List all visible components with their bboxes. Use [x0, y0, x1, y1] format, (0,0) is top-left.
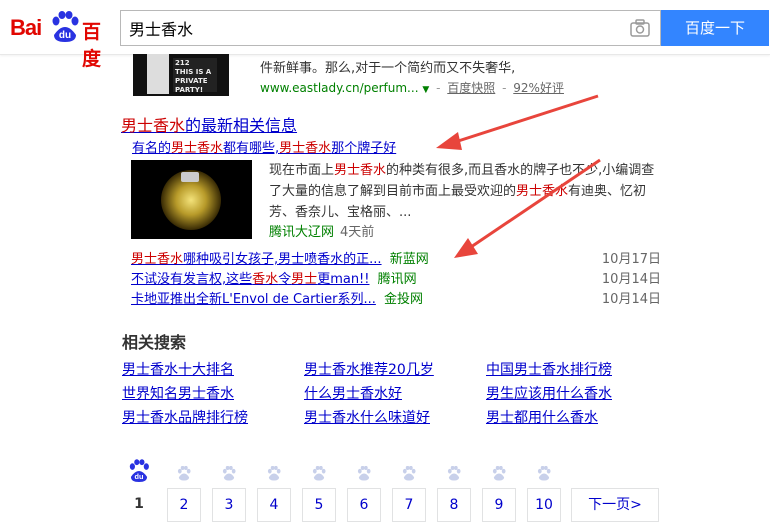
news-item-link[interactable]: 不试没有发言权,这些香水令男士更man!! [131, 272, 369, 287]
paw-page-icon [447, 466, 461, 481]
highlight: 香水 [252, 272, 279, 287]
text: 现在市面上 [269, 163, 335, 178]
thumb-label-1: 212 [175, 59, 190, 67]
thumbnail-caption: 212 THIS IS A PRIVATE PARTY! NYC [173, 58, 217, 96]
highlight: 男士香水 [516, 184, 569, 199]
search-input[interactable] [121, 11, 621, 45]
highlight: 男士香水 [131, 252, 184, 267]
text: 更man!! [317, 272, 370, 287]
annotation-arrow-1 [451, 94, 599, 145]
related-link[interactable]: 什么男士香水好 [304, 383, 402, 403]
highlight: 男士香水 [279, 141, 332, 156]
related-link[interactable]: 男士香水十大排名 [122, 359, 234, 379]
related-link[interactable]: 男士香水什么味道好 [304, 407, 430, 427]
paw-current-icon: du [129, 459, 149, 482]
related-link[interactable]: 男士香水推荐20几岁 [304, 359, 434, 379]
news-item-link[interactable]: 卡地亚推出全新L'Envol de Cartier系列... [131, 292, 376, 307]
paw-page-icon [537, 466, 551, 481]
page-10-button[interactable]: 10 [527, 488, 561, 522]
page-9-button[interactable]: 9 [482, 488, 516, 522]
header: Bai du 百度 百度一下 [0, 0, 770, 70]
page-8-button[interactable]: 8 [437, 488, 471, 522]
news-description: 现在市面上男士香水的种类有很多,而且香水的牌子也不少,小编调查了大量的信息了解到… [269, 160, 659, 223]
related-search-title: 相关搜索 [122, 333, 187, 352]
news-top-link[interactable]: 有名的男士香水都有哪些,男士香水那个牌子好 [132, 137, 396, 156]
news-list-item: 卡地亚推出全新L'Envol de Cartier系列... 金投网 10月14… [131, 288, 661, 307]
news-item-date: 10月17日 [601, 252, 661, 267]
highlight: 男士香水 [171, 141, 224, 156]
news-heading-highlight: 男士香水 [121, 116, 186, 135]
search-box [120, 10, 661, 46]
news-item-date: 10月14日 [601, 272, 661, 287]
page-1-button[interactable]: 1 [122, 488, 156, 522]
page-5-button[interactable]: 5 [302, 488, 336, 522]
news-time: 4天前 [340, 225, 375, 240]
related-link[interactable]: 男士都用什么香水 [486, 407, 598, 427]
text: 令 [278, 272, 292, 287]
rating-link[interactable]: 92%好评 [513, 81, 564, 95]
result-thumbnail[interactable]: 212 THIS IS A PRIVATE PARTY! NYC [133, 54, 229, 96]
dropdown-arrow-icon[interactable]: ▼ [422, 85, 429, 95]
news-item-link[interactable]: 男士香水哪种吸引女孩子,男士喷香水的正... [131, 252, 382, 267]
result-snippet: 件新鲜事。那么,对于一个简约而又不失奢华, [260, 61, 516, 76]
cache-link[interactable]: 百度快照 [447, 81, 495, 95]
camera-icon[interactable] [630, 19, 650, 37]
highlight: 男士香水 [334, 163, 387, 178]
text: 都有哪些, [223, 141, 280, 156]
related-link[interactable]: 男士香水品牌排行榜 [122, 407, 248, 427]
news-item-source[interactable]: 金投网 [384, 292, 423, 307]
logo-du-text: du [59, 30, 71, 41]
separator: - [502, 81, 507, 95]
paw-page-icon [492, 466, 506, 481]
logo-text-bai: Bai [10, 15, 42, 40]
baidu-logo[interactable]: Bai du 百度 [10, 7, 116, 70]
news-item-source[interactable]: 新蓝网 [390, 252, 429, 267]
paw-page-icon [357, 466, 371, 481]
paw-page-icon [402, 466, 416, 481]
text: 有名的 [132, 141, 172, 156]
paw-du-text: du [135, 472, 144, 481]
related-link[interactable]: 世界知名男士香水 [122, 383, 234, 403]
text: 哪种吸引女孩子,男士喷香水的正... [183, 252, 382, 267]
news-heading-link[interactable]: 男士香水的最新相关信息 [121, 112, 297, 136]
result-url[interactable]: www.eastlady.cn/perfum... [260, 81, 419, 95]
text: 那个牌子好 [331, 141, 397, 156]
news-meta: 腾讯大辽网 4天前 [269, 221, 374, 240]
related-link[interactable]: 中国男士香水排行榜 [486, 359, 612, 379]
thumb-label-2: THIS IS A PRIVATE PARTY! NYC [175, 68, 212, 96]
page-6-button[interactable]: 6 [347, 488, 381, 522]
text: 不试没有发言权,这些 [131, 272, 253, 287]
perfume-cap [181, 172, 199, 182]
news-item-source[interactable]: 腾讯网 [378, 272, 417, 287]
news-list-item: 男士香水哪种吸引女孩子,男士喷香水的正... 新蓝网 10月17日 [131, 248, 661, 267]
next-page-button[interactable]: 下一页> [571, 488, 659, 522]
news-source[interactable]: 腾讯大辽网 [269, 225, 334, 240]
paw-page-icon [222, 466, 236, 481]
related-link[interactable]: 男生应该用什么香水 [486, 383, 612, 403]
annotation-arrowhead-1 [436, 132, 462, 150]
search-button[interactable]: 百度一下 [661, 10, 769, 46]
paw-page-icon [267, 466, 281, 481]
highlight: 男士 [291, 272, 318, 287]
news-heading-text: 的最新相关信息 [185, 116, 298, 135]
news-image[interactable] [131, 160, 252, 239]
page-2-button[interactable]: 2 [167, 488, 201, 522]
paw-logo-icon: du [52, 11, 79, 42]
paw-page-icon [312, 466, 326, 481]
logo-text-baidu-cn: 百度 [82, 21, 102, 70]
perfume-bottle-image [147, 54, 169, 94]
news-list-item: 不试没有发言权,这些香水令男士更man!! 腾讯网 10月14日 [131, 268, 661, 287]
page-7-button[interactable]: 7 [392, 488, 426, 522]
separator: - [436, 81, 441, 95]
result-url-line: www.eastlady.cn/perfum... ▼ - 百度快照 - 92%… [260, 79, 564, 96]
news-item-date: 10月14日 [601, 292, 661, 307]
page-3-button[interactable]: 3 [212, 488, 246, 522]
paw-page-icon [177, 466, 191, 481]
page-4-button[interactable]: 4 [257, 488, 291, 522]
